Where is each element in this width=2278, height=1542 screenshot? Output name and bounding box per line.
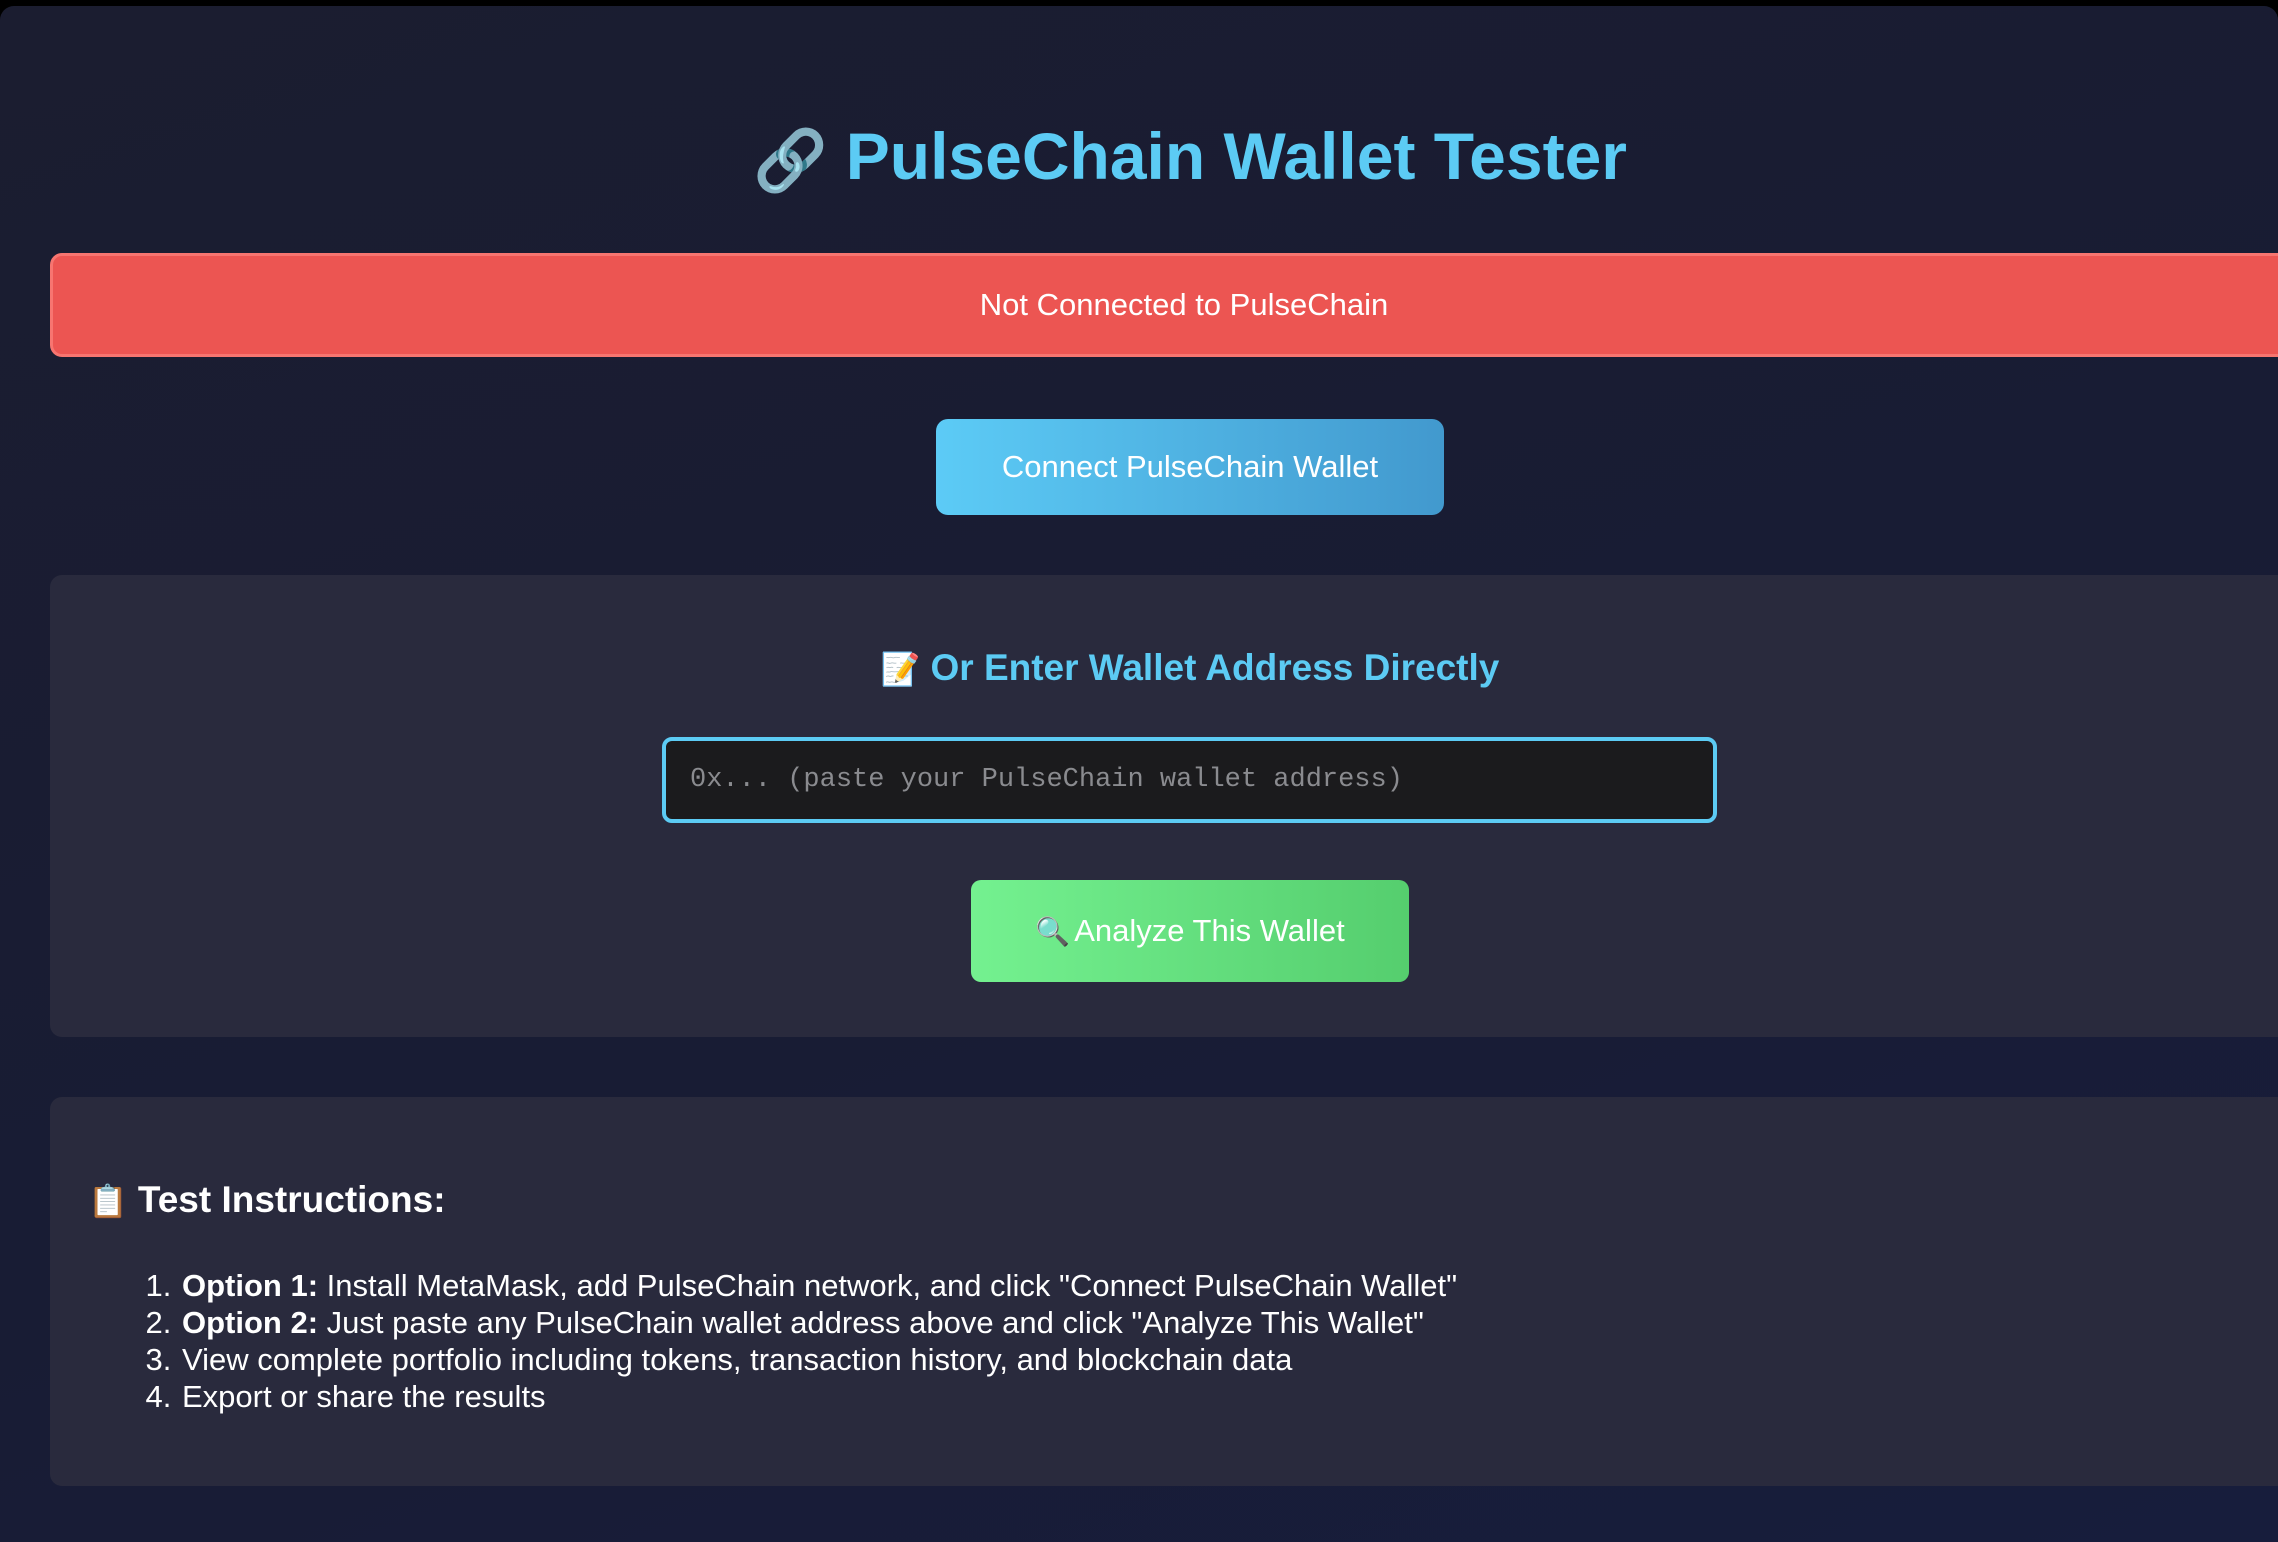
manual-address-heading-text: Or Enter Wallet Address Directly <box>930 647 1500 688</box>
link-icon: 🔗 <box>753 127 828 194</box>
manual-address-panel: 📝Or Enter Wallet Address Directly 🔍Analy… <box>50 575 2278 1037</box>
instruction-step: Export or share the results <box>180 1378 1457 1415</box>
instruction-step-bold: Option 2: <box>182 1305 319 1340</box>
page-title-text: PulseChain Wallet Tester <box>845 119 1627 193</box>
instruction-step-text: View complete portfolio including tokens… <box>182 1342 1293 1377</box>
connection-status-banner: Not Connected to PulseChain <box>50 253 2278 357</box>
manual-address-heading: 📝 Or Enter Wallet Address Directly <box>50 647 2278 689</box>
connect-wallet-button[interactable]: Connect PulseChain Wallet <box>936 419 1444 515</box>
instructions-list: Option 1: Install MetaMask, add PulseCha… <box>132 1267 1457 1415</box>
instruction-step: View complete portfolio including tokens… <box>180 1341 1457 1378</box>
instructions-heading-text: Test Instructions: <box>137 1179 446 1220</box>
magnifier-icon: 🔍 <box>1035 916 1071 947</box>
instruction-step: Option 1: Install MetaMask, add PulseCha… <box>180 1267 1457 1304</box>
clipboard-icon: 📋 <box>88 1183 128 1219</box>
instruction-step-text: Just paste any PulseChain wallet address… <box>318 1305 1424 1340</box>
memo-icon: 📝 <box>880 651 921 687</box>
app-page: 🔗 PulseChain Wallet Tester Not Connected … <box>0 6 2278 1542</box>
instruction-step: Option 2: Just paste any PulseChain wall… <box>180 1304 1457 1341</box>
instructions-heading: 📋 Test Instructions: <box>88 1179 446 1221</box>
instruction-step-bold: Option 1: <box>182 1268 319 1303</box>
connection-status-text: Not Connected to PulseChain <box>979 287 1389 322</box>
wallet-address-input[interactable] <box>662 737 1717 823</box>
page-title: 🔗 PulseChain Wallet Tester <box>0 116 2278 201</box>
analyze-wallet-label: Analyze This Wallet <box>1074 913 1345 948</box>
instruction-step-text: Install MetaMask, add PulseChain network… <box>318 1268 1458 1303</box>
analyze-wallet-button[interactable]: 🔍 Analyze This Wallet <box>971 880 1409 982</box>
instruction-step-text: Export or share the results <box>182 1379 546 1414</box>
instructions-panel: 📋Test Instructions: Option 1: Install Me… <box>50 1097 2278 1486</box>
